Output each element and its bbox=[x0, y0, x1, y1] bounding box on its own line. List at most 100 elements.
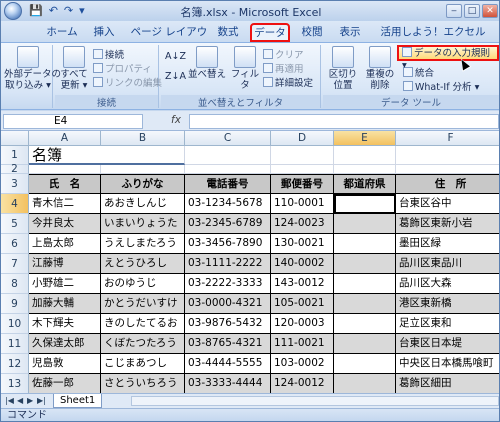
cell-e11[interactable] bbox=[334, 334, 396, 354]
header-cell[interactable]: 郵便番号 bbox=[271, 174, 334, 194]
cell-b4[interactable]: あおきしんじ bbox=[101, 194, 185, 214]
header-cell[interactable]: 電話番号 bbox=[185, 174, 271, 194]
header-cell[interactable]: ふりがな bbox=[101, 174, 185, 194]
cell-a7[interactable]: 江藤博 bbox=[29, 254, 101, 274]
row-header-9[interactable]: 9 bbox=[1, 294, 29, 314]
reapply-button[interactable]: 再適用 bbox=[263, 63, 304, 76]
row-header-6[interactable]: 6 bbox=[1, 234, 29, 254]
cell-d1[interactable] bbox=[271, 146, 334, 165]
sort-descending-button[interactable]: Z↓A bbox=[165, 71, 186, 84]
cell-f12[interactable]: 中央区日本橋馬喰町 bbox=[396, 354, 499, 374]
row-header-13[interactable]: 13 bbox=[1, 374, 29, 393]
column-header-d[interactable]: D bbox=[271, 131, 334, 146]
header-cell[interactable]: 都道府県 bbox=[334, 174, 396, 194]
horizontal-scrollbar[interactable] bbox=[131, 396, 499, 406]
cell-b2[interactable] bbox=[101, 165, 185, 174]
prev-sheet-icon[interactable]: ◀ bbox=[17, 396, 23, 405]
cell-f4[interactable]: 台東区谷中 bbox=[396, 194, 499, 214]
cell-c10[interactable]: 03-9876-5432 bbox=[185, 314, 271, 334]
cell-e1[interactable] bbox=[334, 146, 396, 165]
clear-button[interactable]: クリア bbox=[263, 49, 304, 62]
cell-c7[interactable]: 03-1111-2222 bbox=[185, 254, 271, 274]
cell-f7[interactable]: 品川区東品川 bbox=[396, 254, 499, 274]
cell-e6[interactable] bbox=[334, 234, 396, 254]
cell-f9[interactable]: 港区東新橋 bbox=[396, 294, 499, 314]
tab-page-layout[interactable]: ページ レイアウト bbox=[127, 24, 211, 54]
cell-e8[interactable] bbox=[334, 274, 396, 294]
sort-ascending-button[interactable]: A↓Z bbox=[165, 51, 186, 64]
cell-c11[interactable]: 03-8765-4321 bbox=[185, 334, 271, 354]
cell-e9[interactable] bbox=[334, 294, 396, 314]
advanced-filter-button[interactable]: 詳細設定 bbox=[263, 77, 313, 90]
remove-duplicates-button[interactable]: 重複の 削除 bbox=[365, 46, 395, 91]
sheet-title[interactable]: 名簿 bbox=[29, 146, 185, 165]
column-header-e[interactable]: E bbox=[334, 131, 396, 146]
row-header-4[interactable]: 4 bbox=[1, 194, 29, 214]
cell-a13[interactable]: 佐藤一郎 bbox=[29, 374, 101, 393]
tab-home[interactable]: ホーム bbox=[45, 24, 79, 41]
worksheet-grid[interactable]: A B C D E F 1 名簿 2 3 氏 名ふりがな 電話番号 郵便番号 都道府県住 所 4 青木信二 あお… bbox=[1, 131, 499, 393]
cell-a6[interactable]: 上島太郎 bbox=[29, 234, 101, 254]
cell-a12[interactable]: 児島敦 bbox=[29, 354, 101, 374]
connections-button[interactable]: 接続 bbox=[93, 49, 124, 62]
row-header-8[interactable]: 8 bbox=[1, 274, 29, 294]
first-sheet-icon[interactable]: |◀ bbox=[5, 396, 14, 405]
cell-f13[interactable]: 葛飾区細田 bbox=[396, 374, 499, 393]
close-button[interactable]: ✕ bbox=[482, 4, 498, 18]
edit-links-button[interactable]: リンクの編集 bbox=[93, 77, 162, 90]
cell-c5[interactable]: 03-2345-6789 bbox=[185, 214, 271, 234]
row-header-7[interactable]: 7 bbox=[1, 254, 29, 274]
consolidate-button[interactable]: 統合 bbox=[403, 67, 434, 80]
cell-d13[interactable]: 124-0012 bbox=[271, 374, 334, 393]
row-header-2[interactable]: 2 bbox=[1, 164, 29, 174]
maximize-button[interactable]: □ bbox=[464, 4, 480, 18]
cell-e4[interactable] bbox=[334, 194, 396, 214]
cell-d5[interactable]: 124-0023 bbox=[271, 214, 334, 234]
row-header-5[interactable]: 5 bbox=[1, 214, 29, 234]
next-sheet-icon[interactable]: ▶ bbox=[27, 396, 33, 405]
properties-button[interactable]: プロパティ bbox=[93, 63, 152, 76]
cell-e2[interactable] bbox=[334, 165, 396, 174]
cell-e5[interactable] bbox=[334, 214, 396, 234]
cell-a11[interactable]: 久保達太郎 bbox=[29, 334, 101, 354]
tab-formulas[interactable]: 数式 bbox=[213, 24, 243, 41]
cell-f10[interactable]: 足立区東和 bbox=[396, 314, 499, 334]
cell-c6[interactable]: 03-3456-7890 bbox=[185, 234, 271, 254]
refresh-all-button[interactable]: すべて 更新 ▾ bbox=[59, 46, 89, 91]
sort-button[interactable]: 並べ替え bbox=[187, 46, 227, 80]
cell-c4[interactable]: 03-1234-5678 bbox=[185, 194, 271, 214]
what-if-button[interactable]: What-If 分析 ▾ bbox=[403, 81, 479, 94]
cell-f8[interactable]: 品川区大森 bbox=[396, 274, 499, 294]
row-header-11[interactable]: 11 bbox=[1, 334, 29, 354]
cell-e13[interactable] bbox=[334, 374, 396, 393]
tab-review[interactable]: 校閲 bbox=[297, 24, 327, 41]
cell-c8[interactable]: 03-2222-3333 bbox=[185, 274, 271, 294]
cell-d4[interactable]: 110-0001 bbox=[271, 194, 334, 214]
cell-b10[interactable]: きのしたてるお bbox=[101, 314, 185, 334]
cell-d11[interactable]: 111-0021 bbox=[271, 334, 334, 354]
select-all-corner[interactable] bbox=[1, 131, 29, 146]
cell-c13[interactable]: 03-3333-4444 bbox=[185, 374, 271, 393]
minimize-button[interactable]: ‒ bbox=[446, 4, 462, 18]
cell-b8[interactable]: おのゆうじ bbox=[101, 274, 185, 294]
cell-b6[interactable]: うえしまたろう bbox=[101, 234, 185, 254]
filter-button[interactable]: フィルタ bbox=[229, 46, 261, 91]
cell-d12[interactable]: 103-0002 bbox=[271, 354, 334, 374]
text-to-columns-button[interactable]: 区切り位置 bbox=[325, 46, 361, 91]
cell-d9[interactable]: 105-0021 bbox=[271, 294, 334, 314]
cell-b5[interactable]: いまいりょうた bbox=[101, 214, 185, 234]
row-header-3[interactable]: 3 bbox=[1, 174, 29, 194]
last-sheet-icon[interactable]: ▶| bbox=[37, 396, 46, 405]
cell-b9[interactable]: かとうだいすけ bbox=[101, 294, 185, 314]
cell-f5[interactable]: 葛飾区東新小岩 bbox=[396, 214, 499, 234]
column-header-f[interactable]: F bbox=[396, 131, 499, 146]
tab-view[interactable]: 表示 bbox=[335, 24, 365, 41]
cell-e10[interactable] bbox=[334, 314, 396, 334]
cell-d7[interactable]: 140-0002 bbox=[271, 254, 334, 274]
column-header-c[interactable]: C bbox=[185, 131, 271, 146]
get-external-data-button[interactable]: 外部データの 取り込み ▾ bbox=[4, 46, 61, 91]
cell-e12[interactable] bbox=[334, 354, 396, 374]
column-header-b[interactable]: B bbox=[101, 131, 185, 146]
tab-insert[interactable]: 挿入 bbox=[89, 24, 119, 41]
cell-b11[interactable]: くぼたつたろう bbox=[101, 334, 185, 354]
